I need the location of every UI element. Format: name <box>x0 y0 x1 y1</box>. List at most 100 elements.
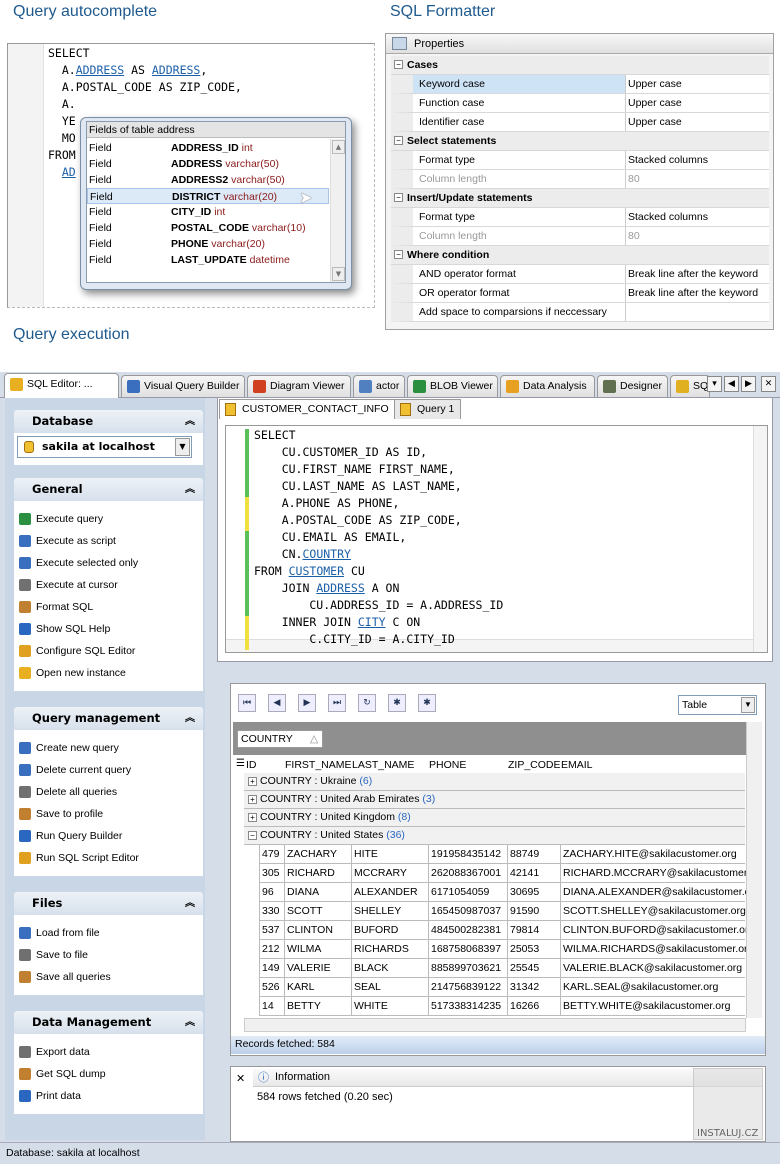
sidebar-item[interactable]: Run Query Builder <box>19 827 122 845</box>
table-row[interactable]: 330SCOTTSHELLEY16545098703791590SCOTT.SH… <box>259 902 745 921</box>
property-row[interactable]: Add space to comparsions if neccessary <box>391 303 769 322</box>
refresh-button[interactable]: ↻ <box>358 694 376 712</box>
sidebar-item[interactable]: Show SQL Help <box>19 620 110 638</box>
main-tab[interactable]: BLOB Viewer <box>407 375 498 397</box>
cell-phone[interactable]: 6171054059 <box>428 883 507 902</box>
sidebar-item[interactable]: Execute at cursor <box>19 576 118 594</box>
cell-zip_code[interactable]: 25053 <box>507 940 560 959</box>
property-value[interactable]: Upper case <box>625 94 769 112</box>
next-record-button[interactable]: ▶ <box>298 694 316 712</box>
group-header-database[interactable]: Database︽ <box>14 410 203 433</box>
code-identifier-link[interactable]: ADDRESS <box>316 581 364 595</box>
sidebar-item[interactable]: Save to profile <box>19 805 103 823</box>
collapse-icon[interactable]: − <box>394 250 403 259</box>
sidebar-item[interactable]: Format SQL <box>19 598 93 616</box>
sidebar-item[interactable]: Execute query <box>19 510 103 528</box>
cell-first_name[interactable]: BETTY <box>284 997 351 1016</box>
column-header[interactable]: FIRST_NAME <box>285 758 352 773</box>
expand-icon[interactable]: + <box>248 795 257 804</box>
autocomplete-item[interactable]: FieldLAST_UPDATE datetime <box>87 252 329 268</box>
property-category[interactable]: −Cases <box>391 56 769 75</box>
cell-id[interactable]: 479 <box>259 845 284 864</box>
sidebar-item[interactable]: Export data <box>19 1043 90 1061</box>
first-record-button[interactable]: ⏮ <box>238 694 256 712</box>
grid-horizontal-scrollbar[interactable] <box>244 1018 746 1032</box>
cell-id[interactable]: 149 <box>259 959 284 978</box>
group-row[interactable]: +COUNTRY : Ukraine (6) <box>244 773 745 791</box>
property-row[interactable]: Column length80 <box>391 170 769 189</box>
cell-first_name[interactable]: WILMA <box>284 940 351 959</box>
sidebar-item[interactable]: Get SQL dump <box>19 1065 106 1083</box>
table-row[interactable]: 14BETTYWHITE51733831423516266BETTY.WHITE… <box>259 997 745 1016</box>
main-tab[interactable]: Data Analysis <box>500 375 595 397</box>
autocomplete-item[interactable]: FieldPOSTAL_CODE varchar(10) <box>87 220 329 236</box>
cell-first_name[interactable]: ZACHARY <box>284 845 351 864</box>
cell-zip_code[interactable]: 30695 <box>507 883 560 902</box>
column-chooser-icon[interactable]: ☰ <box>236 758 245 769</box>
cell-phone[interactable]: 517338314235 <box>428 997 507 1016</box>
code-identifier-link[interactable]: ADDRESS <box>76 63 124 77</box>
cell-last_name[interactable]: MCCRARY <box>351 864 428 883</box>
close-icon[interactable]: ✕ <box>236 1072 245 1085</box>
code-identifier-link[interactable]: COUNTRY <box>302 547 350 561</box>
table-row[interactable]: 149VALERIEBLACK88589970362125545VALERIE.… <box>259 959 745 978</box>
tab-list-button[interactable]: ▾ <box>707 376 722 392</box>
property-value[interactable]: Stacked columns <box>625 208 769 226</box>
cell-zip_code[interactable]: 88749 <box>507 845 560 864</box>
group-header[interactable]: Files︽ <box>14 892 203 915</box>
cell-last_name[interactable]: BLACK <box>351 959 428 978</box>
autocomplete-item[interactable]: FieldADDRESS_ID int <box>87 140 329 156</box>
autocomplete-item[interactable]: FieldPHONE varchar(20) <box>87 236 329 252</box>
cell-email[interactable]: BETTY.WHITE@sakilacustomer.org <box>560 997 746 1016</box>
cell-phone[interactable]: 262088367001 <box>428 864 507 883</box>
editor-vertical-scrollbar[interactable] <box>753 426 767 652</box>
sidebar-item[interactable]: Delete current query <box>19 761 131 779</box>
cell-email[interactable]: SCOTT.SHELLEY@sakilacustomer.org <box>560 902 746 921</box>
cell-phone[interactable]: 168758068397 <box>428 940 507 959</box>
collapse-icon[interactable]: ︽ <box>185 707 195 730</box>
cell-last_name[interactable]: ALEXANDER <box>351 883 428 902</box>
property-value[interactable]: Upper case <box>625 113 769 131</box>
delete-button[interactable]: ✱ <box>418 694 436 712</box>
autocomplete-item[interactable]: FieldADDRESS varchar(50) <box>87 156 329 172</box>
code-identifier-link[interactable]: CITY <box>358 615 386 629</box>
expand-icon[interactable]: + <box>248 813 257 822</box>
collapse-icon[interactable]: ︽ <box>185 1011 195 1034</box>
table-row[interactable]: 96DIANAALEXANDER617105405930695DIANA.ALE… <box>259 883 745 902</box>
last-record-button[interactable]: ⏭ <box>328 694 346 712</box>
table-row[interactable]: 305RICHARDMCCRARY26208836700142141RICHAR… <box>259 864 745 883</box>
expand-icon[interactable]: + <box>248 777 257 786</box>
cell-first_name[interactable]: VALERIE <box>284 959 351 978</box>
property-row[interactable]: Column length80 <box>391 227 769 246</box>
cell-first_name[interactable]: DIANA <box>284 883 351 902</box>
property-value[interactable]: 80 <box>625 227 769 245</box>
cell-email[interactable]: DIANA.ALEXANDER@sakilacustomer.org <box>560 883 746 902</box>
view-mode-select[interactable]: Table▼ <box>678 695 757 715</box>
cell-last_name[interactable]: WHITE <box>351 997 428 1016</box>
sidebar-item[interactable]: Save to file <box>19 946 88 964</box>
cell-email[interactable]: VALERIE.BLACK@sakilacustomer.org <box>560 959 746 978</box>
cell-id[interactable]: 96 <box>259 883 284 902</box>
column-header[interactable]: ID <box>246 758 257 773</box>
cell-email[interactable]: KARL.SEAL@sakilacustomer.org <box>560 978 746 997</box>
property-value[interactable] <box>625 303 769 321</box>
cell-id[interactable]: 537 <box>259 921 284 940</box>
autocomplete-item[interactable]: FieldDISTRICT varchar(20) <box>87 188 329 204</box>
cell-zip_code[interactable]: 25545 <box>507 959 560 978</box>
sidebar-item[interactable]: Print data <box>19 1087 81 1105</box>
table-row[interactable]: 479ZACHARYHITE19195843514288749ZACHARY.H… <box>259 845 745 864</box>
column-header[interactable]: LAST_NAME <box>352 758 414 773</box>
main-tab[interactable]: Diagram Viewer <box>247 375 351 397</box>
insert-button[interactable]: ✱ <box>388 694 406 712</box>
sidebar-item[interactable]: Delete all queries <box>19 783 117 801</box>
sidebar-item[interactable]: Run SQL Script Editor <box>19 849 139 867</box>
cell-last_name[interactable]: SEAL <box>351 978 428 997</box>
cell-phone[interactable]: 214756839122 <box>428 978 507 997</box>
tab-scroll-left-button[interactable]: ◀ <box>724 376 739 392</box>
property-value[interactable]: Break line after the keyword <box>625 284 769 302</box>
chevron-down-icon[interactable]: ▼ <box>175 438 190 456</box>
main-tab[interactable]: Visual Query Builder <box>121 375 245 397</box>
cell-email[interactable]: ZACHARY.HITE@sakilacustomer.org <box>560 845 746 864</box>
sidebar-item[interactable]: Execute selected only <box>19 554 138 572</box>
collapse-icon[interactable]: − <box>248 831 257 840</box>
